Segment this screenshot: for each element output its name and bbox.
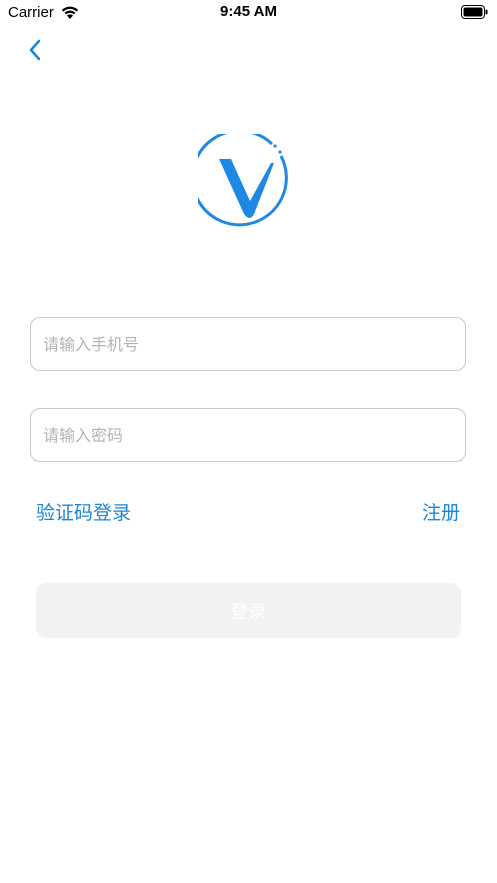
v-logo-icon: [198, 134, 288, 227]
phone-field[interactable]: [30, 317, 466, 371]
back-button[interactable]: [22, 36, 50, 64]
phone-input[interactable]: [43, 318, 453, 370]
code-login-link[interactable]: 验证码登录: [36, 498, 131, 525]
password-field[interactable]: [30, 408, 466, 462]
chevron-left-icon: [29, 39, 41, 61]
battery-icon: [461, 5, 488, 19]
password-input[interactable]: [43, 409, 453, 461]
status-bar: Carrier 9:45 AM: [0, 0, 497, 26]
login-button[interactable]: 登录: [36, 583, 461, 638]
login-screen: Carrier 9:45 AM 验证码登录 注册: [0, 0, 497, 883]
register-link[interactable]: 注册: [422, 498, 460, 525]
status-time: 9:45 AM: [220, 3, 277, 20]
